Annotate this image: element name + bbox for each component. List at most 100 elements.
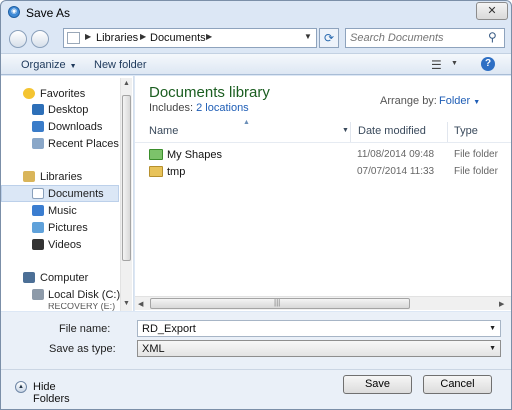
chevron-down-icon: ▼	[473, 99, 481, 106]
divider	[1, 369, 511, 370]
search-input[interactable]	[348, 31, 484, 45]
scroll-left-icon[interactable]: ◀	[138, 300, 143, 308]
scroll-right-icon[interactable]: ▶	[499, 300, 504, 308]
nav-label: Desktop	[48, 104, 89, 116]
nav-downloads[interactable]: Downloads	[1, 119, 119, 136]
grip-icon: |||	[274, 298, 281, 307]
nav-documents[interactable]: Documents	[1, 185, 119, 202]
arrange-by-label: Arrange by:	[380, 95, 437, 107]
nav-label: Recent Places	[48, 138, 119, 150]
nav-label: Libraries	[40, 171, 83, 183]
save-button[interactable]: Save	[343, 375, 412, 394]
chevron-down-icon: ▼	[69, 63, 77, 70]
nav-scrollbar[interactable]: ▲ ▼	[120, 78, 132, 311]
file-name-label: File name:	[59, 323, 111, 335]
command-toolbar: Organize ▼ New folder ☰ ▼ ?	[1, 53, 511, 75]
save-as-type-label: Save as type:	[49, 343, 116, 355]
collapse-icon: ▲	[15, 381, 27, 393]
horizontal-scrollbar[interactable]: ◀ ||| ▶	[135, 296, 511, 310]
help-icon[interactable]: ?	[481, 57, 495, 71]
item-type: File folder	[454, 166, 498, 177]
nav-label: Downloads	[48, 121, 103, 133]
list-item[interactable]: My Shapes 11/08/2014 09:48 File folder	[145, 147, 511, 164]
new-folder-button[interactable]: New folder	[94, 59, 147, 71]
search-box[interactable]: ⚲	[345, 28, 505, 48]
breadcrumb-chevron-icon[interactable]: ▶	[140, 32, 146, 41]
locations-link[interactable]: 2 locations	[196, 102, 249, 114]
nav-libraries[interactable]: Libraries	[1, 169, 119, 186]
save-as-dialog: ◉ Save As ✕ ▶ Libraries ▶ Documents ▶ ▼ …	[0, 0, 512, 410]
organize-button[interactable]: Organize ▼	[21, 59, 77, 71]
nav-local-disk[interactable]: Local Disk (C:)	[1, 287, 120, 304]
chevron-down-icon[interactable]: ▼	[451, 60, 458, 67]
scroll-thumb[interactable]: |||	[150, 298, 410, 309]
navigation-pane: Favorites Desktop Downloads Recent Place…	[1, 76, 134, 311]
library-title: Documents library	[149, 84, 270, 101]
nav-recent-places[interactable]: Recent Places	[1, 136, 119, 153]
nav-computer[interactable]: Computer	[1, 270, 119, 287]
downloads-icon	[32, 121, 44, 132]
nav-favorites[interactable]: Favorites	[1, 86, 119, 103]
title-bar: ◉ Save As ✕	[1, 1, 511, 25]
item-name: tmp	[167, 166, 186, 178]
search-icon[interactable]: ⚲	[488, 30, 497, 44]
chevron-down-icon: ▼	[489, 345, 496, 352]
nav-label: Computer	[40, 272, 89, 284]
save-as-type-select[interactable]: XML ▼	[137, 340, 501, 357]
nav-music[interactable]: Music	[1, 203, 119, 220]
scroll-up-icon[interactable]: ▲	[123, 80, 130, 87]
pictures-icon	[32, 222, 44, 233]
scroll-thumb[interactable]	[122, 95, 131, 261]
window-title: Save As	[26, 6, 71, 20]
breadcrumb-chevron-icon[interactable]: ▶	[206, 32, 212, 41]
hide-folders-label: Hide Folders	[33, 381, 70, 405]
address-dropdown-icon[interactable]: ▼	[304, 32, 312, 41]
forward-button[interactable]	[31, 30, 49, 48]
breadcrumb-chevron-icon[interactable]: ▶	[85, 32, 91, 41]
refresh-button[interactable]: ⟳	[319, 28, 339, 48]
organize-label: Organize	[21, 59, 66, 71]
file-list-pane: Documents library Includes: 2 locations …	[135, 76, 511, 311]
item-name: My Shapes	[167, 149, 223, 161]
chevron-down-icon[interactable]: ▼	[489, 325, 496, 332]
app-icon: ◉	[8, 6, 20, 18]
nav-videos[interactable]: Videos	[1, 237, 119, 254]
column-header-date[interactable]: Date modified	[352, 122, 448, 142]
address-bar[interactable]: ▶ Libraries ▶ Documents ▶ ▼	[63, 28, 317, 48]
hide-folders-button[interactable]: ▲ Hide Folders	[15, 380, 95, 405]
shapes-folder-icon	[149, 149, 163, 160]
nav-label: Videos	[48, 239, 82, 251]
breadcrumb-libraries[interactable]: Libraries	[96, 32, 138, 44]
save-options-panel: File name: RD_Export ▼ Save as type: XML…	[1, 312, 511, 409]
library-includes: Includes: 2 locations	[149, 102, 249, 114]
scroll-down-icon[interactable]: ▼	[123, 300, 130, 307]
computer-icon	[23, 272, 35, 283]
change-view-icon[interactable]: ☰	[431, 58, 442, 72]
column-menu-icon[interactable]: ▼	[342, 127, 349, 134]
arrange-by-dropdown[interactable]: Folder ▼	[439, 95, 480, 107]
close-button[interactable]: ✕	[476, 2, 508, 20]
file-name-field[interactable]: RD_Export ▼	[137, 320, 501, 337]
recent-places-icon	[32, 138, 44, 149]
nav-label: Documents	[48, 188, 104, 200]
nav-pictures[interactable]: Pictures	[1, 220, 119, 237]
libraries-icon	[23, 171, 35, 182]
arrange-by-value: Folder	[439, 95, 471, 107]
nav-label: Favorites	[40, 88, 86, 100]
folder-icon	[149, 166, 163, 177]
save-as-type-value: XML	[142, 343, 165, 355]
breadcrumb-documents[interactable]: Documents	[150, 32, 206, 44]
list-item[interactable]: tmp 07/07/2014 11:33 File folder	[145, 164, 511, 181]
nav-recovery-drive[interactable]: RECOVERY (E:)	[48, 303, 115, 311]
item-date: 11/08/2014 09:48	[357, 149, 435, 160]
column-header-type[interactable]: Type	[448, 122, 511, 142]
desktop-icon	[32, 104, 44, 115]
back-button[interactable]	[9, 30, 27, 48]
column-header-name[interactable]: Name	[143, 122, 351, 142]
nav-label: Music	[48, 205, 77, 217]
documents-icon	[32, 188, 44, 199]
file-name-value: RD_Export	[142, 323, 196, 335]
nav-desktop[interactable]: Desktop	[1, 102, 119, 119]
cancel-button[interactable]: Cancel	[423, 375, 492, 394]
star-icon	[23, 88, 35, 99]
